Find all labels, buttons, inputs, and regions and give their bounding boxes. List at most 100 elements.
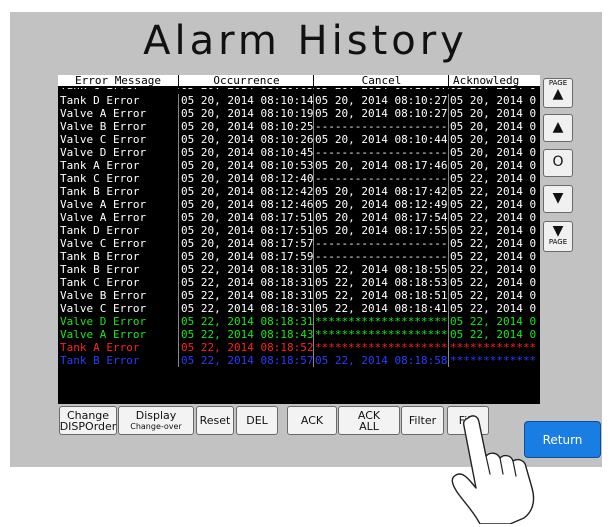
acknowledge-cell: 05 20, 2014 0 (448, 159, 540, 172)
error-message-cell: Valve A Error (60, 328, 147, 341)
acknowledge-cell: 05 22, 2014 0 (448, 328, 540, 341)
page-up-button[interactable]: PAGE ▲ (543, 78, 573, 108)
page-down-label: PAGE (548, 238, 568, 246)
cancel-cell: 05 22, 2014 08:18:55 (313, 263, 448, 276)
acknowledge-cell: 05 20, 2014 0 (448, 107, 540, 120)
occurrence-cell: 05 22, 2014 08:18:52 (178, 341, 315, 354)
table-row[interactable]: Valve A Error 05 20, 2014 08:17:51 05 20, … (58, 211, 540, 224)
table-row[interactable]: Tank D Error 05 20, 2014 08:17:51 05 20, 2… (58, 224, 540, 237)
table-row[interactable]: Valve C Error 05 20, 2014 08:17:57 -------… (58, 237, 540, 250)
cancel-cell: 05 20, 2014 08:17:42 (313, 185, 448, 198)
column-header-acknowledge: Acknowledg (448, 75, 540, 86)
cancel-cell: 05 20, 2014 08:12:49 (313, 198, 448, 211)
cancel-cell: -------------------- (313, 250, 448, 263)
occurrence-cell: 05 20, 2014 08:10:45 (178, 146, 315, 159)
acknowledge-cell: 05 22, 2014 0 (448, 198, 540, 211)
ack-all-button[interactable]: ACK ALL (338, 406, 400, 435)
acknowledge-cell: 05 22, 2014 0 (448, 211, 540, 224)
occurrence-cell: 05 20, 2014 08:12:42 (178, 185, 315, 198)
acknowledge-cell: 05 22, 2014 0 (448, 237, 540, 250)
cancel-cell: -------------------- (313, 172, 448, 185)
acknowledge-cell: 05 22, 2014 0 (448, 302, 540, 315)
cancel-cell: 05 22, 2014 08:18:51 (313, 289, 448, 302)
error-message-cell: Valve B Error (60, 289, 147, 302)
acknowledge-cell: 05 22, 2014 0 (448, 224, 540, 237)
cancel-cell: ******************** (313, 315, 448, 328)
cancel-cell: ******************** (313, 328, 448, 341)
ack-all-label-1: ACK (357, 408, 381, 422)
error-message-cell: Tank D Error (60, 224, 140, 237)
table-row[interactable]: Valve C Error 05 20, 2014 08:10:26 05 20, … (58, 133, 540, 146)
acknowledge-cell: 05 22, 2014 0 (448, 276, 540, 289)
display-change-over-button[interactable]: Display Change-over (118, 406, 194, 435)
arrow-down-icon: ▼ (552, 190, 564, 206)
acknowledge-cell: 05 20, 2014 0 (448, 133, 540, 146)
acknowledge-cell: 05 22, 2014 0 (448, 263, 540, 276)
page-title: Alarm History (143, 18, 468, 64)
error-message-cell: Tank B Error (60, 354, 140, 367)
arrow-up-icon: ▲ (552, 119, 564, 135)
error-message-cell: Valve D Error (60, 315, 147, 328)
filter-button[interactable]: Filter (401, 406, 444, 435)
cancel-cell: 05 20, 2014 08:10:27 (313, 107, 448, 120)
change-disp-order-button[interactable]: Change DISPOrder (59, 406, 117, 435)
acknowledge-cell: 05 20, 2014 0 (448, 146, 540, 159)
table-row[interactable]: Tank B Error 05 22, 2014 08:18:57 05 22, 2… (58, 354, 540, 367)
table-row[interactable]: Tank C Error 05 20, 2014 08:12:40 --------… (58, 172, 540, 185)
occurrence-cell: 05 20, 2014 08:17:57 (178, 237, 315, 250)
cancel-cell: 05 20, 2014 08:17:54 (313, 211, 448, 224)
page-down-button[interactable]: ▼ PAGE (543, 221, 573, 252)
table-row[interactable]: Valve A Error 05 20, 2014 08:12:46 05 20, … (58, 198, 540, 211)
table-row[interactable]: Tank A Error 05 20, 2014 08:10:53 05 20, 2… (58, 159, 540, 172)
occurrence-cell: 05 20, 2014 08:17:59 (178, 250, 315, 263)
occurrence-cell: 05 22, 2014 08:18:31 (178, 263, 315, 276)
disp-order-label: DISPOrder (59, 419, 117, 433)
acknowledge-cell: 05 22, 2014 0 (448, 250, 540, 263)
table-row[interactable]: Valve B Error 05 20, 2014 08:10:25 -------… (58, 120, 540, 133)
occurrence-cell: 05 22, 2014 08:18:31 (178, 289, 315, 302)
table-row[interactable]: Valve C Error 05 22, 2014 08:18:31 05 22, … (58, 302, 540, 315)
scroll-down-button[interactable]: ▼ (543, 185, 573, 213)
table-row[interactable]: Valve A Error 05 20, 2014 08:10:19 05 20, … (58, 107, 540, 120)
table-row[interactable]: Tank B Error 05 20, 2014 08:12:42 05 20, 2… (58, 185, 540, 198)
change-label: Change (66, 408, 110, 422)
error-message-cell: Tank D Error (60, 94, 140, 107)
cancel-cell: 05 22, 2014 08:18:53 (313, 276, 448, 289)
ack-button[interactable]: ACK (287, 406, 337, 435)
occurrence-cell: 05 22, 2014 08:18:31 (178, 276, 315, 289)
acknowledge-cell: ************* (448, 341, 540, 354)
table-row[interactable]: Tank C Error 05 22, 2014 08:18:31 05 22, 2… (58, 276, 540, 289)
error-message-cell: Tank C Error (60, 172, 140, 185)
page-up-icon: ▲ (552, 86, 564, 102)
cancel-cell: 05 20, 2014 08:10:27 (313, 94, 448, 107)
cancel-cell: 05 22, 2014 08:18:41 (313, 302, 448, 315)
table-row[interactable]: Valve B Error 05 22, 2014 08:18:31 05 22, … (58, 289, 540, 302)
scroll-up-button[interactable]: ▲ (543, 114, 573, 142)
del-button[interactable]: DEL (236, 406, 278, 435)
occurrence-cell: 05 20, 2014 08:17:51 (178, 211, 315, 224)
home-button[interactable]: O (543, 149, 573, 177)
table-row[interactable]: Tank B Error 05 22, 2014 08:18:31 05 22, 2… (58, 263, 540, 276)
error-message-cell: Tank A Error (60, 341, 140, 354)
table-row[interactable]: Valve A Error 05 22, 2014 08:18:43 *******… (58, 328, 540, 341)
table-header: Error Message Occurrence Cancel Acknowle… (58, 75, 540, 87)
occurrence-cell: 05 20, 2014 08:10:14 (178, 94, 315, 107)
table-row[interactable]: Valve D Error 05 22, 2014 08:18:31 *******… (58, 315, 540, 328)
table-row[interactable]: Tank B Error 05 20, 2014 08:17:59 --------… (58, 250, 540, 263)
cancel-cell: -------------------- (313, 146, 448, 159)
occurrence-cell: 05 22, 2014 08:18:57 (178, 354, 315, 367)
alarm-history-table: Error Message Occurrence Cancel Acknowle… (58, 75, 540, 404)
error-message-cell: Tank C Error (60, 88, 178, 89)
table-row[interactable]: Valve D Error 05 20, 2014 08:10:45 -------… (58, 146, 540, 159)
table-row[interactable]: Tank D Error 05 20, 2014 08:10:14 05 20, 2… (58, 94, 540, 107)
cancel-cell: ******************** (313, 341, 448, 354)
error-message-cell: Valve B Error (60, 120, 147, 133)
reset-button[interactable]: Reset (196, 406, 234, 435)
error-message-cell: Tank C Error (60, 276, 140, 289)
column-header-error-message: Error Message (74, 75, 162, 86)
ack-all-label-2: ALL (359, 419, 379, 433)
table-body: Tank C Error05 20, 2014 08:10:0505 20, 2… (58, 88, 540, 367)
occurrence-cell: 05 20, 2014 08:12:46 (178, 198, 315, 211)
error-message-cell: Tank B Error (60, 263, 140, 276)
table-row[interactable]: Tank A Error 05 22, 2014 08:18:52 ********… (58, 341, 540, 354)
